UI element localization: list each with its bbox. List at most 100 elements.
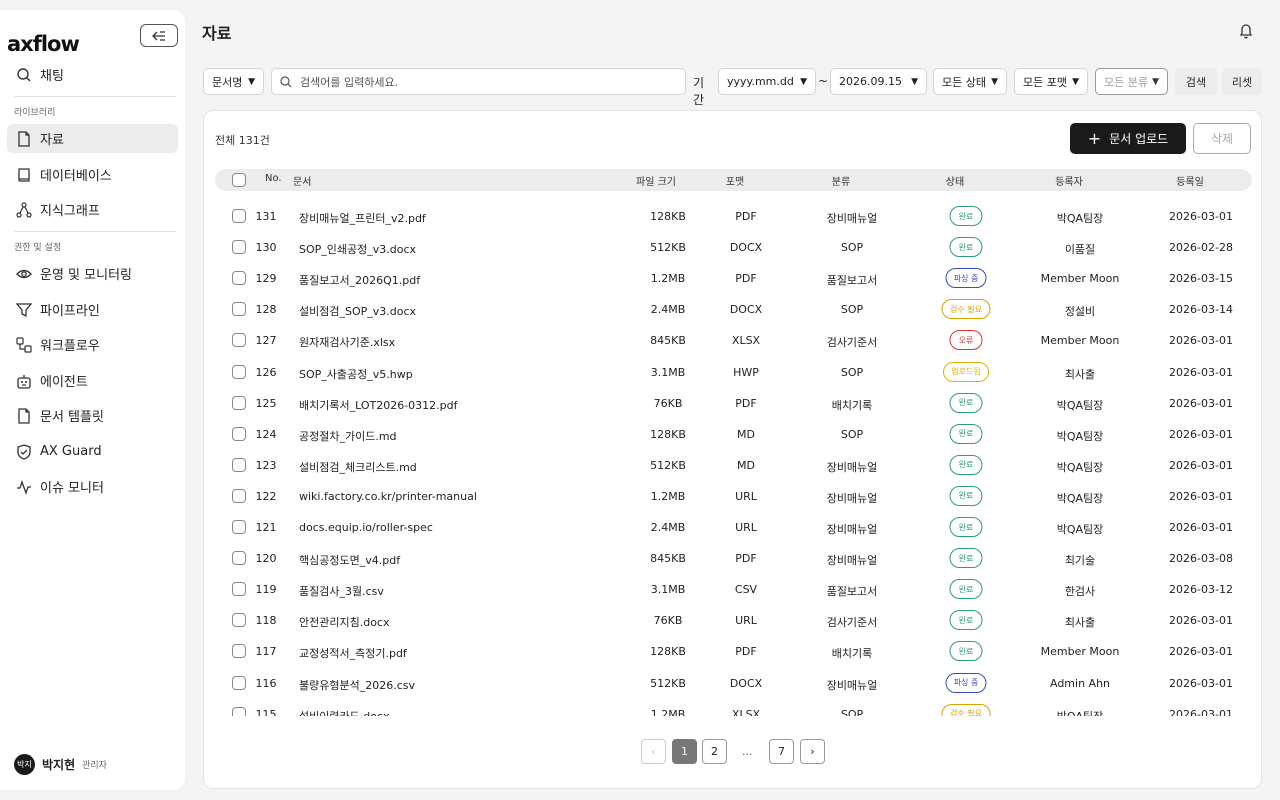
search-input[interactable]: 검색어를 입력하세요. <box>271 68 686 95</box>
row-checkbox[interactable] <box>232 706 246 716</box>
app-logo[interactable]: axflow <box>7 32 80 56</box>
table-row[interactable]: 129 품질보고서_2026Q1.pdf 1.2MB PDF 품질보고서 Member M… <box>204 263 1261 294</box>
sidebar-item-doc-template[interactable]: 문서 템플릿 <box>7 401 178 430</box>
row-checkbox[interactable] <box>232 333 246 348</box>
row-checkbox[interactable] <box>232 520 246 534</box>
sidebar-item-pipeline[interactable]: 파이프라인 <box>7 295 178 324</box>
col-size[interactable]: 파일 크기 <box>636 173 676 188</box>
status-select[interactable]: 모든 상태 ▼ <box>933 68 1007 95</box>
sidebar-item-files[interactable]: 자료 <box>7 124 178 153</box>
table-row[interactable]: 126 SOP_사출공정_v5.hwp 3.1MB HWP SOP 최사출 2026-03-… <box>204 357 1261 388</box>
cell-date: 2026-03-01 <box>1169 614 1233 628</box>
table-row[interactable]: 115 설비이력카드.docx 1.2MB XLSX SOP 박QA팀장 2026-03-0… <box>204 699 1261 716</box>
row-checkbox[interactable] <box>232 271 246 286</box>
page-button-2[interactable]: 2 <box>702 739 727 764</box>
cell-doc[interactable]: SOP_사출공정_v5.hwp <box>299 366 413 382</box>
sidebar-item-knowledge-graph[interactable]: 지식그래프 <box>7 195 178 224</box>
col-doc[interactable]: 문서 <box>293 173 311 188</box>
cell-doc[interactable]: 원자재검사기준.xlsx <box>299 334 395 350</box>
table-row[interactable]: 128 설비점검_SOP_v3.docx 2.4MB DOCX SOP 정설비 2026-0… <box>204 294 1261 325</box>
row-checkbox[interactable] <box>232 240 246 255</box>
cell-doc[interactable]: 안전관리지침.docx <box>299 614 390 630</box>
cell-doc[interactable]: 핵심공정도면_v4.pdf <box>299 552 400 568</box>
row-checkbox[interactable] <box>232 457 246 472</box>
col-format[interactable]: 포맷 <box>726 173 744 188</box>
page-button-1[interactable]: 1 <box>672 739 697 764</box>
table-row[interactable]: 119 품질검사_3월.csv 3.1MB CSV 품질보고서 한검사 2026-03-12… <box>204 574 1261 605</box>
cell-doc[interactable]: SOP_인쇄공정_v3.docx <box>299 241 416 257</box>
cell-doc[interactable]: 불량유형분석_2026.csv <box>299 677 415 693</box>
user-profile[interactable]: 박지 박지현 관리자 <box>14 754 107 775</box>
cell-doc[interactable]: docs.equip.io/roller-spec <box>299 521 433 534</box>
table-row[interactable]: 131 장비매뉴얼_프린터_v2.pdf 128KB PDF 장비매뉴얼 박QA팀장 202… <box>204 201 1261 232</box>
table-row[interactable]: 117 교정성적서_측정기.pdf 128KB PDF 배치기록 Member Moon 2… <box>204 636 1261 667</box>
cell-doc[interactable]: 설비점검_SOP_v3.docx <box>299 303 416 319</box>
table-row[interactable]: 120 핵심공정도면_v4.pdf 845KB PDF 장비매뉴얼 최기술 2026-03-… <box>204 543 1261 574</box>
select-all-checkbox[interactable] <box>232 173 246 187</box>
next-page-button[interactable]: › <box>800 739 825 764</box>
period-label: 기간 <box>693 76 705 107</box>
sidebar-item-operations[interactable]: 운영 및 모니터링 <box>7 259 178 288</box>
table-row[interactable]: 130 SOP_인쇄공정_v3.docx 512KB DOCX SOP 이품질 2026-0… <box>204 232 1261 263</box>
row-checkbox[interactable] <box>232 488 246 503</box>
table-row[interactable]: 116 불량유형분석_2026.csv 512KB DOCX 장비매뉴얼 Admin Ah… <box>204 668 1261 699</box>
notification-button[interactable] <box>1239 23 1253 43</box>
page-button-last[interactable]: 7 <box>769 739 794 764</box>
table-row[interactable]: 123 설비점검_체크리스트.md 512KB MD 장비매뉴얼 박QA팀장 2026-03… <box>204 450 1261 481</box>
field-select[interactable]: 문서명 ▼ <box>203 68 264 95</box>
sidebar-item-label: 지식그래프 <box>40 204 100 219</box>
row-checkbox[interactable] <box>232 209 246 223</box>
sidebar-item-label: AX Guard <box>40 444 102 459</box>
sidebar: axflow 채팅 라이브러리 자료 데이터베이스 지식그래프 권한 및 설정 … <box>0 10 185 790</box>
cell-category: 검사기준서 <box>826 616 878 630</box>
table-row[interactable]: 118 안전관리지침.docx 76KB URL 검사기준서 최사출 2026-03-01 완… <box>204 605 1261 636</box>
sidebar-item-issue-monitor[interactable]: 이슈 모니터 <box>7 472 178 501</box>
sidebar-collapse-button[interactable] <box>140 24 178 47</box>
cell-size: 512KB <box>650 241 686 255</box>
table-row[interactable]: 125 배치기록서_LOT2026-0312.pdf 76KB PDF 배치기록 박QA팀… <box>204 388 1261 419</box>
col-date[interactable]: 등록일 <box>1176 173 1204 188</box>
row-checkbox[interactable] <box>232 426 246 441</box>
search-button[interactable]: 검색 <box>1175 68 1217 95</box>
row-checkbox[interactable] <box>232 613 246 628</box>
row-checkbox[interactable] <box>232 582 246 597</box>
row-checkbox[interactable] <box>232 364 246 379</box>
sidebar-item-agent[interactable]: 에이전트 <box>7 366 178 395</box>
table-row[interactable]: 127 원자재검사기준.xlsx 845KB XLSX 검사기준서 Member Moon… <box>204 325 1261 356</box>
cell-doc[interactable]: 설비이력카드.docx <box>299 708 390 716</box>
delete-button[interactable]: 삭제 <box>1193 123 1251 154</box>
table-row[interactable]: 121 docs.equip.io/roller-spec 2.4MB URL 장비매뉴… <box>204 512 1261 543</box>
cell-doc[interactable]: wiki.factory.co.kr/printer-manual <box>299 490 477 503</box>
row-checkbox[interactable] <box>232 675 246 690</box>
sidebar-item-workflow[interactable]: 워크플로우 <box>7 330 178 359</box>
sidebar-item-database[interactable]: 데이터베이스 <box>7 160 178 189</box>
row-checkbox[interactable] <box>232 551 246 566</box>
cell-doc[interactable]: 장비매뉴얼_프린터_v2.pdf <box>299 210 426 226</box>
reset-button[interactable]: 리셋 <box>1222 68 1262 95</box>
cell-doc[interactable]: 공정절차_가이드.md <box>299 428 397 444</box>
table-row[interactable]: 122 wiki.factory.co.kr/printer-manual 1.2M… <box>204 481 1261 512</box>
category-select[interactable]: 모든 분류 ▼ <box>1095 68 1168 95</box>
date-from-picker[interactable]: yyyy.mm.dd ▼ <box>718 68 816 95</box>
row-checkbox[interactable] <box>232 644 246 659</box>
sidebar-item-chat[interactable]: 채팅 <box>7 60 178 89</box>
col-owner[interactable]: 등록자 <box>1055 173 1083 188</box>
col-status[interactable]: 상태 <box>946 173 964 188</box>
format-select[interactable]: 모든 포맷 ▼ <box>1014 68 1088 95</box>
cell-doc[interactable]: 교정성적서_측정기.pdf <box>299 645 407 661</box>
table-row[interactable]: 124 공정절차_가이드.md 128KB MD SOP 박QA팀장 2026-03-01 완… <box>204 419 1261 450</box>
row-checkbox[interactable] <box>232 302 246 317</box>
cell-no: 130 <box>255 241 277 255</box>
cell-doc[interactable]: 품질보고서_2026Q1.pdf <box>299 272 420 288</box>
upload-document-button[interactable]: + 문서 업로드 <box>1070 123 1186 154</box>
cell-doc[interactable]: 배치기록서_LOT2026-0312.pdf <box>299 397 458 413</box>
sidebar-item-ax-guard[interactable]: AX Guard <box>7 437 178 466</box>
cell-date: 2026-03-12 <box>1169 583 1233 597</box>
col-category[interactable]: 분류 <box>832 173 850 188</box>
row-checkbox[interactable] <box>232 395 246 410</box>
date-to-picker[interactable]: 2026.09.15 ▼ <box>830 68 927 95</box>
cell-doc[interactable]: 품질검사_3월.csv <box>299 583 384 599</box>
cell-doc[interactable]: 설비점검_체크리스트.md <box>299 459 417 475</box>
cell-no: 125 <box>255 396 277 410</box>
prev-page-button[interactable]: ‹ <box>641 739 666 764</box>
